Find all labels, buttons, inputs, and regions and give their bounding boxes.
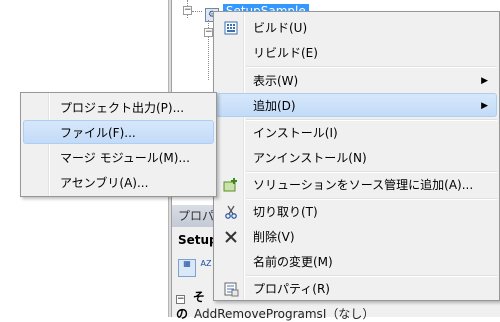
- menu-item-label: ファイル(F)...: [60, 126, 136, 140]
- menu-item-label: プロパティ(R): [253, 282, 330, 296]
- build-icon: [223, 20, 239, 36]
- submenu-item-merge-module[interactable]: マージ モジュール(M)...: [23, 145, 214, 169]
- tree-expander-icon[interactable]: −: [204, 28, 213, 37]
- add-source-control-icon: [223, 177, 239, 193]
- submenu-arrow-icon: ▶: [481, 76, 488, 86]
- submenu-item-file[interactable]: ファイル(F)...: [23, 120, 214, 144]
- menu-item-build[interactable]: ビルド(U): [216, 15, 497, 39]
- properties-object-name: Setup: [178, 233, 218, 247]
- menu-item-rename[interactable]: 名前の変更(M): [216, 249, 497, 273]
- menu-item-view[interactable]: 表示(W) ▶: [216, 68, 497, 92]
- property-row[interactable]: AddRemoveProgramsI（なし）: [194, 305, 374, 322]
- scissors-icon: [223, 204, 239, 220]
- menu-item-label: 追加(D): [253, 99, 296, 113]
- menu-item-uninstall[interactable]: アンインストール(N): [216, 145, 497, 169]
- menu-item-label: 切り取り(T): [253, 205, 318, 219]
- tree-line: [192, 11, 202, 12]
- menu-item-label: アセンブリ(A)...: [60, 176, 149, 190]
- menu-item-add-source-control[interactable]: ソリューションをソース管理に追加(A)...: [216, 172, 497, 196]
- menu-item-label: プロジェクト出力(P)...: [60, 101, 185, 115]
- properties-toolbar: ▦ AZ: [176, 257, 216, 279]
- menu-item-label: ソリューションをソース管理に追加(A)...: [253, 178, 474, 192]
- properties-icon: [223, 281, 239, 297]
- menu-item-properties[interactable]: プロパティ(R): [216, 276, 497, 300]
- menu-item-label: 名前の変更(M): [253, 255, 333, 269]
- collapse-icon[interactable]: −: [176, 295, 185, 304]
- menu-item-label: リビルド(E): [253, 46, 318, 60]
- property-category[interactable]: − その: [176, 288, 206, 321]
- menu-item-add[interactable]: 追加(D) ▶: [216, 93, 497, 117]
- categorized-icon[interactable]: ▦: [178, 259, 196, 277]
- submenu-arrow-icon: ▶: [481, 101, 488, 111]
- menu-item-install[interactable]: インストール(I): [216, 120, 497, 144]
- menu-item-label: 削除(V): [253, 230, 295, 244]
- menu-item-label: ビルド(U): [253, 21, 308, 35]
- tree-expander-icon[interactable]: −: [183, 6, 192, 15]
- menu-item-rebuild[interactable]: リビルド(E): [216, 40, 497, 64]
- add-submenu: プロジェクト出力(P)... ファイル(F)... マージ モジュール(M)..…: [20, 92, 217, 197]
- menu-item-label: インストール(I): [253, 126, 338, 140]
- context-menu: ビルド(U) リビルド(E) 表示(W) ▶ 追加(D) ▶ インストール(I)…: [213, 11, 500, 301]
- menu-item-label: 表示(W): [253, 74, 299, 88]
- delete-x-icon: [223, 229, 239, 245]
- menu-item-label: マージ モジュール(M)...: [60, 151, 190, 165]
- submenu-item-project-output[interactable]: プロジェクト出力(P)...: [23, 95, 214, 119]
- menu-item-delete[interactable]: 削除(V): [216, 224, 497, 248]
- submenu-item-assembly[interactable]: アセンブリ(A)...: [23, 170, 214, 194]
- menu-item-cut[interactable]: 切り取り(T): [216, 199, 497, 223]
- menu-item-label: アンインストール(N): [253, 151, 367, 165]
